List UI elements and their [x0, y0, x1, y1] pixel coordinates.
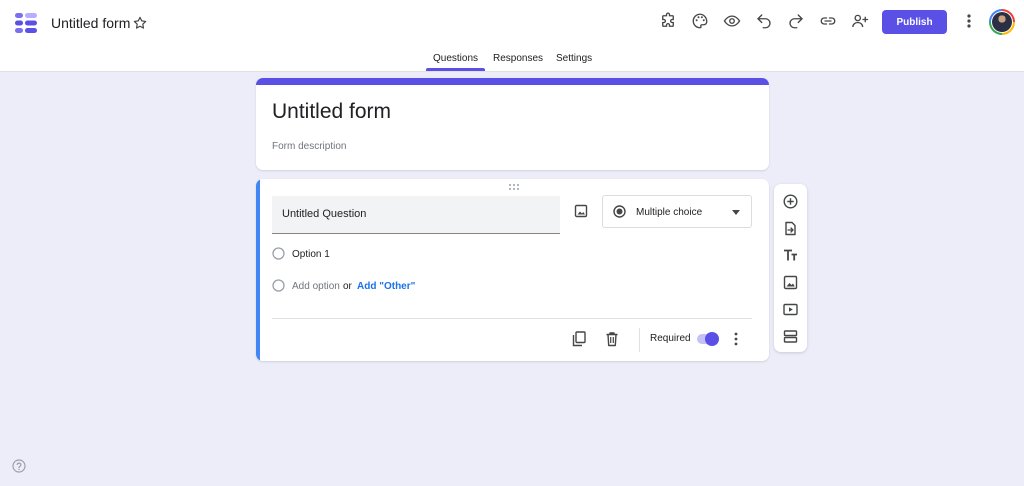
active-question-indicator — [256, 179, 260, 361]
active-tab-indicator — [426, 68, 485, 71]
redo-icon[interactable] — [787, 12, 805, 30]
question-more-icon[interactable] — [732, 331, 740, 347]
tab-responses[interactable]: Responses — [493, 53, 543, 64]
question-card[interactable]: Untitled Question Multiple choice Option… — [256, 179, 769, 361]
add-question-icon[interactable] — [783, 194, 798, 209]
or-text: or — [343, 281, 352, 292]
forms-logo-icon[interactable] — [14, 11, 38, 35]
footer-vertical-divider — [639, 328, 640, 352]
add-image-icon[interactable] — [574, 204, 588, 218]
form-title[interactable]: Untitled form — [272, 100, 391, 124]
import-questions-icon[interactable] — [783, 221, 798, 236]
form-description-field[interactable]: Form description — [272, 141, 346, 152]
add-collaborator-icon[interactable] — [851, 12, 869, 30]
add-other-link[interactable]: Add "Other" — [357, 281, 415, 292]
delete-icon[interactable] — [605, 331, 619, 347]
question-title-input[interactable]: Untitled Question — [272, 196, 560, 234]
header-accent-bar — [256, 78, 769, 85]
form-header-card[interactable] — [256, 78, 769, 170]
add-video-icon[interactable] — [783, 302, 798, 317]
more-vert-icon[interactable] — [962, 12, 976, 30]
add-image-icon[interactable] — [783, 275, 798, 290]
palette-icon[interactable] — [691, 12, 709, 30]
question-type-label: Multiple choice — [636, 207, 703, 218]
star-icon[interactable] — [132, 15, 148, 31]
top-bar: Untitled form Publish Questions Response… — [0, 0, 1024, 72]
avatar-photo — [992, 12, 1012, 32]
add-option-link[interactable]: Add option — [292, 281, 340, 292]
add-section-icon[interactable] — [783, 329, 798, 344]
radio-button-icon — [613, 205, 626, 218]
caret-down-icon — [732, 210, 740, 215]
undo-icon[interactable] — [755, 12, 773, 30]
publish-button[interactable]: Publish — [882, 10, 947, 34]
floating-toolbar — [774, 184, 807, 352]
required-toggle-knob[interactable] — [705, 332, 719, 346]
avatar[interactable] — [989, 9, 1015, 35]
option-label[interactable]: Option 1 — [292, 249, 330, 260]
link-icon[interactable] — [819, 12, 837, 30]
tab-questions[interactable]: Questions — [433, 53, 478, 64]
help-icon[interactable] — [12, 459, 26, 473]
drag-handle-icon[interactable] — [507, 183, 521, 191]
preview-eye-icon[interactable] — [723, 12, 741, 30]
document-title[interactable]: Untitled form — [51, 15, 130, 31]
tab-settings[interactable]: Settings — [556, 53, 592, 64]
addons-icon[interactable] — [659, 12, 677, 30]
add-title-icon[interactable] — [783, 248, 798, 263]
required-label: Required — [650, 333, 691, 344]
add-option-radio — [272, 279, 285, 292]
footer-divider — [272, 318, 752, 319]
option-radio[interactable] — [272, 247, 285, 260]
question-type-dropdown[interactable]: Multiple choice — [602, 195, 752, 228]
duplicate-icon[interactable] — [572, 331, 586, 347]
